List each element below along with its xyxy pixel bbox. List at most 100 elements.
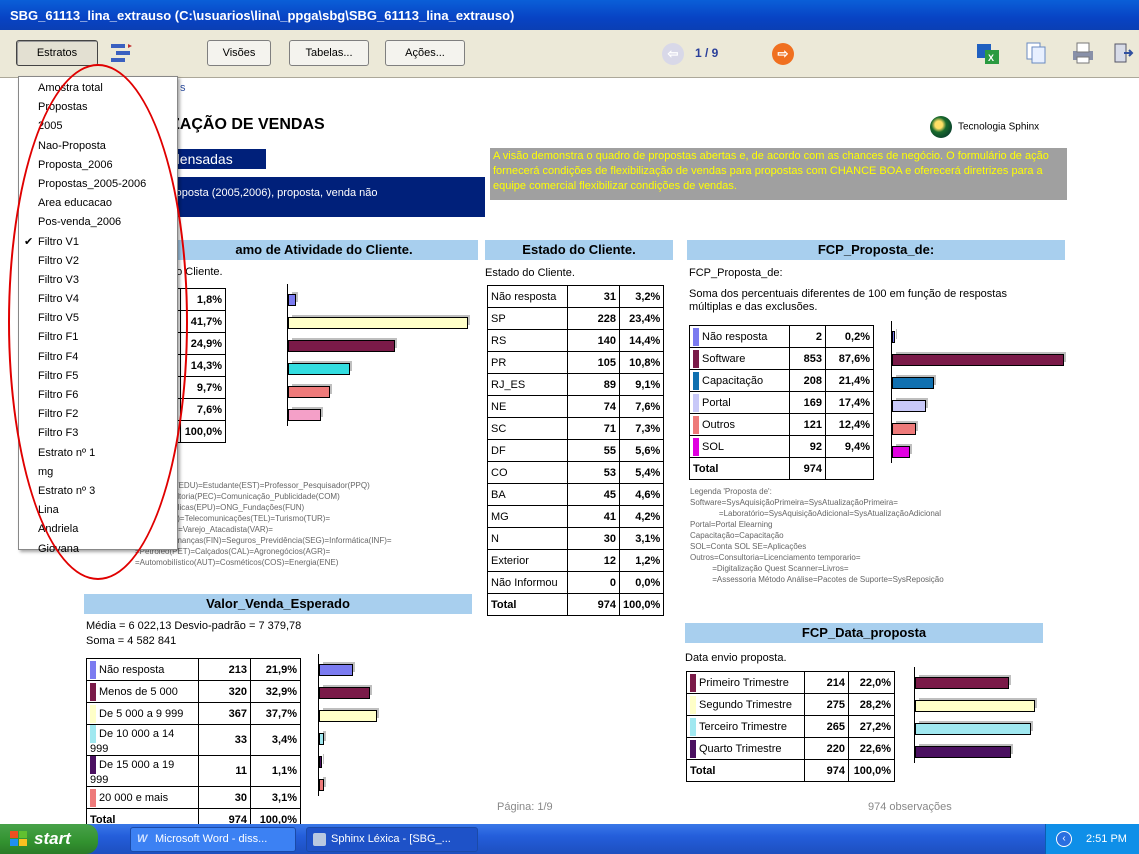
fcp-proposta-section-title: FCP_Proposta_de: bbox=[687, 240, 1065, 260]
row-label: Portal bbox=[689, 391, 790, 414]
menu-item[interactable]: Lina bbox=[19, 501, 177, 520]
acoes-button[interactable]: Ações... bbox=[385, 40, 465, 66]
table-row: Exterior 12 1,2% bbox=[487, 549, 665, 572]
row-count: 140 bbox=[567, 329, 620, 352]
row-label: Não Informou bbox=[487, 571, 568, 594]
menu-item[interactable]: Proposta_2006 bbox=[19, 156, 177, 175]
chart-bar bbox=[288, 316, 468, 329]
total-label: Total bbox=[487, 593, 568, 616]
previous-page-icon[interactable]: ⇦ bbox=[662, 43, 684, 65]
chart-bar bbox=[288, 362, 350, 375]
window-title-bar[interactable]: SBG_61113_lina_extrauso (C:\usuarios\lin… bbox=[0, 0, 1139, 30]
row-count: 45 bbox=[567, 483, 620, 506]
task-sphinx[interactable]: Sphinx Léxica - [SBG_... bbox=[306, 827, 478, 852]
menu-item[interactable]: Filtro V5 bbox=[19, 309, 177, 328]
row-label-text: PR bbox=[491, 356, 507, 369]
next-page-icon[interactable]: ⇨ bbox=[772, 43, 794, 65]
row-percent: 5,4% bbox=[618, 461, 665, 484]
row-label: RJ_ES bbox=[487, 373, 568, 396]
row-label: 20 000 e mais bbox=[86, 786, 199, 809]
total-percent bbox=[825, 457, 874, 480]
menu-item[interactable]: Filtro V3 bbox=[19, 271, 177, 290]
estratos-button[interactable]: Estratos bbox=[16, 40, 98, 66]
row-count: 220 bbox=[804, 737, 849, 760]
task-sphinx-label: Sphinx Léxica - [SBG_... bbox=[331, 833, 451, 845]
color-swatch bbox=[693, 349, 699, 368]
start-button[interactable]: start bbox=[0, 824, 98, 854]
task-word[interactable]: W Microsoft Word - diss... bbox=[130, 827, 296, 852]
table-row: Segundo Trimestre 275 28,2% bbox=[686, 693, 895, 716]
menu-item[interactable]: Andriela bbox=[19, 520, 177, 539]
menu-item[interactable]: Propostas_2005-2006 bbox=[19, 175, 177, 194]
row-label-text: SOL bbox=[702, 440, 725, 453]
menu-item[interactable]: Estrato nº 3 bbox=[19, 482, 177, 501]
menu-item[interactable]: Nao-Proposta bbox=[19, 137, 177, 156]
chart-bar bbox=[319, 778, 324, 791]
menu-item[interactable]: Filtro V4 bbox=[19, 290, 177, 309]
export-excel-icon[interactable]: X bbox=[975, 40, 1001, 66]
color-swatch bbox=[690, 673, 696, 692]
row-label-text: Quarto Trimestre bbox=[699, 742, 782, 755]
table-row: DF 55 5,6% bbox=[487, 439, 665, 462]
row-label-text: CO bbox=[491, 466, 508, 479]
row-label-text: Não resposta bbox=[491, 290, 557, 303]
menu-item[interactable]: Estrato nº 1 bbox=[19, 444, 177, 463]
chart-bar bbox=[892, 353, 1064, 366]
start-label: start bbox=[34, 829, 71, 848]
chart-bar bbox=[288, 339, 396, 352]
menu-item[interactable]: Pos-venda_2006 bbox=[19, 213, 177, 232]
table-row: Portal 169 17,4% bbox=[689, 391, 874, 414]
table-row: De 15 000 a 19 999 11 1,1% bbox=[86, 755, 301, 787]
menu-item[interactable]: Giovana bbox=[19, 540, 177, 559]
total-row: Total 974 bbox=[689, 457, 874, 480]
windows-logo-icon bbox=[10, 831, 27, 846]
strata-config-icon[interactable] bbox=[108, 40, 134, 66]
menu-item[interactable]: Filtro F1 bbox=[19, 328, 177, 347]
menu-item[interactable]: Area educacao bbox=[19, 194, 177, 213]
print-icon[interactable] bbox=[1070, 40, 1096, 66]
row-label-text: SP bbox=[491, 312, 506, 325]
row-percent: 7,6% bbox=[180, 398, 226, 421]
row-percent: 24,9% bbox=[180, 332, 226, 355]
menu-item[interactable]: mg bbox=[19, 463, 177, 482]
observations-footer: 974 observações bbox=[868, 801, 952, 813]
row-count: 11 bbox=[198, 755, 251, 787]
row-label-text: Portal bbox=[702, 396, 731, 409]
report-title: ZAÇÃO DE VENDAS bbox=[170, 116, 325, 133]
svg-text:X: X bbox=[988, 53, 994, 63]
table-row: Outros 121 12,4% bbox=[689, 413, 874, 436]
color-swatch bbox=[90, 756, 96, 774]
copy-icon[interactable] bbox=[1023, 40, 1049, 66]
row-count: 105 bbox=[567, 351, 620, 374]
menu-item[interactable]: Amostra total bbox=[19, 79, 177, 98]
row-label: Não resposta bbox=[487, 285, 568, 308]
menu-item[interactable]: Filtro F6 bbox=[19, 386, 177, 405]
menu-item[interactable]: Filtro F3 bbox=[19, 424, 177, 443]
row-label: Exterior bbox=[487, 549, 568, 572]
table-row: Quarto Trimestre 220 22,6% bbox=[686, 737, 895, 760]
table-row: Software 853 87,6% bbox=[689, 347, 874, 370]
row-label: PR bbox=[487, 351, 568, 374]
row-percent: 17,4% bbox=[825, 391, 874, 414]
menu-item[interactable]: Filtro F4 bbox=[19, 348, 177, 367]
condensed-label: densadas bbox=[170, 149, 266, 169]
row-label-text: Capacitação bbox=[702, 374, 764, 387]
visoes-button[interactable]: Visões bbox=[207, 40, 271, 66]
color-swatch bbox=[90, 725, 96, 743]
total-label: Total bbox=[689, 457, 790, 480]
menu-item[interactable]: Filtro V1 ✔ bbox=[19, 233, 177, 252]
color-swatch bbox=[690, 717, 696, 736]
exit-icon[interactable] bbox=[1110, 40, 1136, 66]
menu-item[interactable]: Filtro V2 bbox=[19, 252, 177, 271]
menu-item[interactable]: Filtro F2 bbox=[19, 405, 177, 424]
row-label-text: Segundo Trimestre bbox=[699, 698, 792, 711]
row-label-text: SC bbox=[491, 422, 507, 435]
row-percent: 9,4% bbox=[825, 435, 874, 458]
tabelas-button[interactable]: Tabelas... bbox=[289, 40, 369, 66]
menu-item[interactable]: Propostas bbox=[19, 98, 177, 117]
menu-item[interactable]: 2005 bbox=[19, 117, 177, 136]
tray-arrow-icon[interactable]: ‹ bbox=[1056, 831, 1072, 847]
menu-item[interactable]: Filtro F5 bbox=[19, 367, 177, 386]
table-row: De 5 000 a 9 999 367 37,7% bbox=[86, 702, 301, 725]
table-row: De 10 000 a 14 999 33 3,4% bbox=[86, 724, 301, 756]
